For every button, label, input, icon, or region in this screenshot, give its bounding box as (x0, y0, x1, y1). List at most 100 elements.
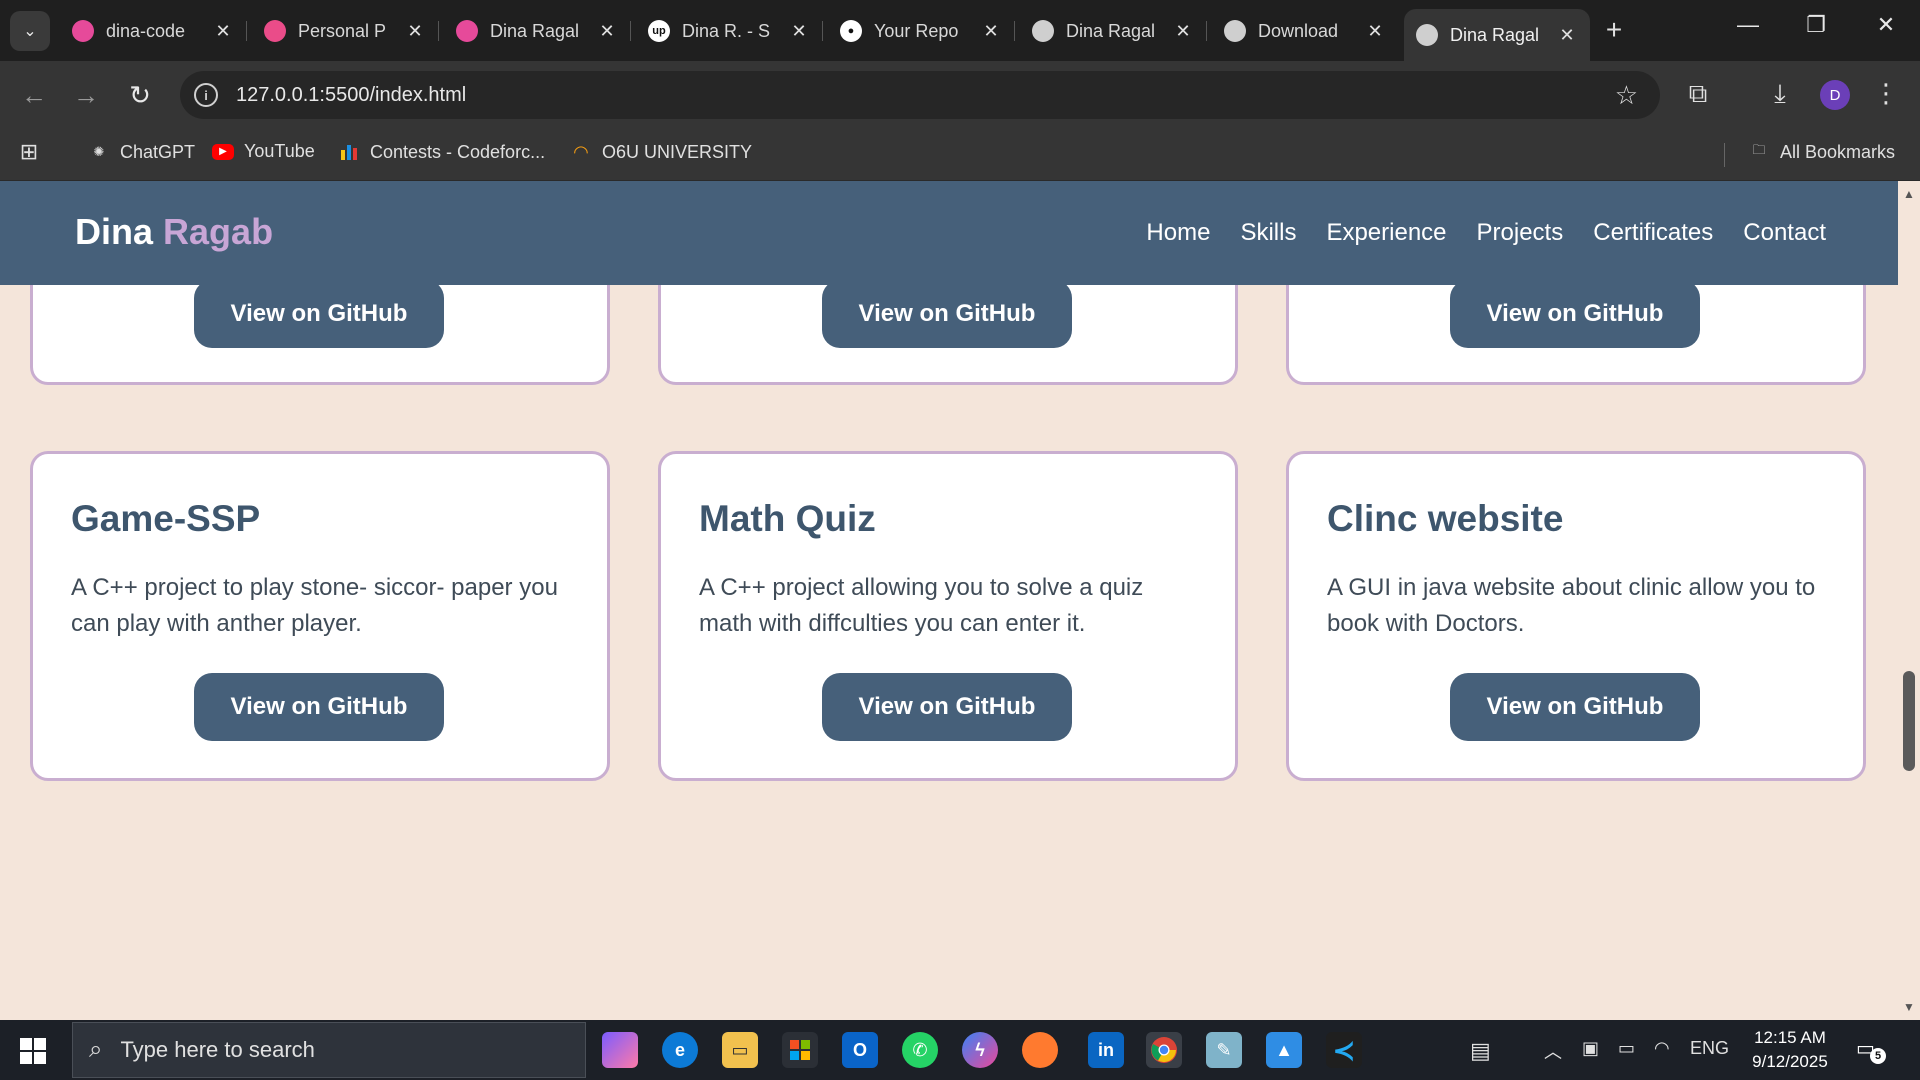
tab-1[interactable]: dina-code ✕ (60, 9, 247, 53)
store-icon[interactable] (782, 1032, 818, 1068)
close-icon[interactable]: ✕ (1556, 25, 1578, 46)
bookmark-divider (1724, 143, 1725, 167)
site-info-icon[interactable]: i (194, 83, 218, 107)
outlook-icon[interactable]: O (842, 1032, 878, 1068)
nav-contact[interactable]: Contact (1743, 219, 1826, 247)
bookmark-o6u[interactable]: ◠ O6U UNIVERSITY (570, 141, 752, 163)
taskbar-clock[interactable]: 12:15 AM 9/12/2025 (1740, 1026, 1840, 1074)
bookmark-label: ChatGPT (120, 141, 196, 162)
close-icon[interactable]: ✕ (980, 21, 1002, 42)
project-title: Clinc website (1327, 498, 1564, 539)
chrome-icon[interactable] (1146, 1032, 1182, 1068)
page-scrollbar[interactable]: ▲ ▼ (1898, 181, 1920, 1020)
tab-5[interactable]: ● Your Repo ✕ (828, 9, 1015, 53)
browser-toolbar: ← → ↻ i 127.0.0.1:5500/index.html ☆ ⧉ ⤓ … (0, 61, 1920, 129)
linkedin-icon[interactable]: in (1088, 1032, 1124, 1068)
scroll-up-icon[interactable]: ▲ (1903, 187, 1915, 201)
notification-center-icon[interactable]: ▭ 5 (1856, 1036, 1886, 1064)
scrollbar-thumb[interactable] (1903, 671, 1915, 771)
site-logo[interactable]: Dina Ragab (75, 211, 273, 253)
close-icon[interactable]: ✕ (788, 21, 810, 42)
project-card-clinc-website: Clinc website A GUI in java website abou… (1286, 451, 1866, 781)
bookmark-youtube[interactable]: ▶ YouTube (212, 141, 315, 162)
taskbar-search-box[interactable]: ⌕ Type here to search (72, 1022, 586, 1078)
view-on-github-button[interactable]: View on GitHub (194, 280, 444, 348)
close-icon[interactable]: ✕ (596, 21, 618, 42)
menu-kebab-icon[interactable]: ⋮ (1868, 78, 1904, 109)
logo-first-name: Dina (75, 211, 154, 252)
nav-home[interactable]: Home (1146, 219, 1210, 247)
university-icon: ◠ (573, 141, 589, 162)
close-icon[interactable]: ✕ (1172, 21, 1194, 42)
new-tab-button[interactable]: + (1598, 14, 1630, 46)
bookmark-label: Contests - Codeforc... (370, 141, 546, 162)
scroll-down-icon[interactable]: ▼ (1903, 1000, 1915, 1014)
all-bookmarks-button[interactable]: 🗀 All Bookmarks (1748, 141, 1895, 163)
reload-button[interactable]: ↻ (122, 77, 158, 113)
download-icon[interactable]: ⤓ (1762, 78, 1798, 110)
minimize-button[interactable]: — (1728, 12, 1768, 38)
file-explorer-icon[interactable]: ▭ (722, 1032, 758, 1068)
vscode-icon[interactable]: ≺ (1326, 1032, 1362, 1068)
close-icon[interactable]: ✕ (1364, 21, 1386, 42)
firefox-icon[interactable] (1022, 1032, 1058, 1068)
apps-grid-icon[interactable]: ⊞ (18, 139, 50, 164)
project-card-math-quiz: Math Quiz A C++ project allowing you to … (658, 451, 1238, 781)
tab-7[interactable]: Download ✕ (1212, 9, 1398, 53)
language-indicator[interactable]: ENG (1690, 1038, 1729, 1059)
tab-8-active[interactable]: Dina Ragal ✕ (1404, 9, 1590, 61)
battery-icon[interactable]: ▭ (1618, 1038, 1635, 1059)
edge-icon[interactable]: e (662, 1032, 698, 1068)
folder-icon: 🗀 (1752, 142, 1766, 157)
close-window-button[interactable]: ✕ (1866, 12, 1906, 38)
device-icon[interactable]: ▣ (1582, 1038, 1599, 1059)
profile-avatar[interactable]: D (1820, 80, 1850, 110)
tab-6[interactable]: Dina Ragal ✕ (1020, 9, 1207, 53)
bookmark-chatgpt[interactable]: ✺ ChatGPT (88, 141, 195, 163)
forward-button[interactable]: → (68, 77, 104, 113)
nav-experience[interactable]: Experience (1326, 219, 1446, 247)
address-bar[interactable]: i 127.0.0.1:5500/index.html ☆ (180, 71, 1660, 119)
back-button[interactable]: ← (16, 77, 52, 113)
tab-search-button[interactable]: ⌄ (10, 11, 50, 51)
project-description: A C++ project to play stone- siccor- pap… (71, 574, 558, 637)
restore-button[interactable]: ❐ (1796, 12, 1836, 38)
view-on-github-button[interactable]: View on GitHub (194, 673, 444, 741)
nav-skills[interactable]: Skills (1240, 219, 1296, 247)
close-icon[interactable]: ✕ (404, 21, 426, 42)
news-widget-icon[interactable]: ▤ (1470, 1038, 1491, 1064)
tab-title: Your Repo (874, 20, 959, 41)
project-description: A GUI in java website about clinic allow… (1327, 574, 1816, 637)
wifi-icon[interactable]: ◠ (1654, 1038, 1670, 1059)
url-text[interactable]: 127.0.0.1:5500/index.html (236, 84, 466, 107)
notepad-icon[interactable]: ✎ (1206, 1032, 1242, 1068)
view-on-github-button[interactable]: View on GitHub (822, 280, 1072, 348)
clock-date: 9/12/2025 (1752, 1052, 1828, 1071)
search-placeholder: Type here to search (120, 1037, 315, 1062)
youtube-icon: ▶ (212, 143, 234, 160)
photos-icon[interactable]: ▲ (1266, 1032, 1302, 1068)
close-icon[interactable]: ✕ (212, 21, 234, 42)
messenger-icon[interactable]: ϟ (962, 1032, 998, 1068)
windows-start-icon[interactable] (20, 1038, 46, 1064)
dribbble-icon (264, 20, 286, 42)
bookmark-star-icon[interactable]: ☆ (1615, 80, 1638, 111)
view-on-github-button[interactable]: View on GitHub (1450, 673, 1700, 741)
tab-4[interactable]: up Dina R. - S ✕ (636, 9, 823, 53)
windows-taskbar: ⌕ Type here to search e ▭ O ✆ ϟ in ✎ ▲ ≺… (0, 1020, 1920, 1080)
extensions-icon[interactable]: ⧉ (1680, 78, 1716, 110)
view-on-github-button[interactable]: View on GitHub (1450, 280, 1700, 348)
whatsapp-icon[interactable]: ✆ (902, 1032, 938, 1068)
tray-chevron-up-icon[interactable]: ︿ (1544, 1038, 1562, 1064)
tab-2[interactable]: Personal P ✕ (252, 9, 439, 53)
view-on-github-button[interactable]: View on GitHub (822, 673, 1072, 741)
copilot-icon[interactable] (602, 1032, 638, 1068)
project-title: Math Quiz (699, 498, 876, 539)
tab-title: Dina Ragal (490, 20, 580, 41)
tab-3[interactable]: Dina Ragal ✕ (444, 9, 631, 53)
bookmark-codeforces[interactable]: Contests - Codeforc... (338, 141, 545, 163)
nav-certificates[interactable]: Certificates (1593, 219, 1713, 247)
all-bookmarks-label: All Bookmarks (1780, 141, 1896, 162)
nav-projects[interactable]: Projects (1477, 219, 1564, 247)
globe-icon (1032, 20, 1054, 42)
